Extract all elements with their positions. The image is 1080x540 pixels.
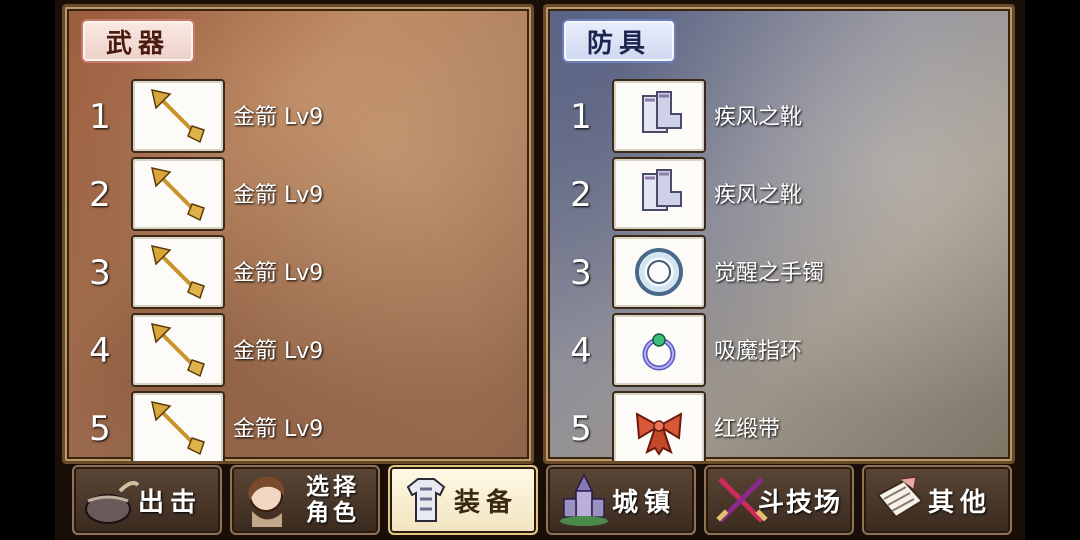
armor-row[interactable]: 3 觉醒之手镯 (546, 235, 1012, 309)
weapon-row[interactable]: 5 金箭 Lv9 (65, 391, 531, 461)
item-name: 红缎带 (714, 417, 781, 442)
select-line2: 角色 (306, 500, 360, 526)
row-index: 1 (570, 97, 592, 137)
select-character-label: 选择 角色 (306, 474, 360, 526)
item-slot[interactable] (612, 391, 706, 461)
armor-row[interactable]: 4 吸魔指环 (546, 313, 1012, 387)
armor-icon (406, 478, 446, 522)
row-index: 5 (89, 409, 111, 449)
golden-arrow-icon (151, 323, 205, 378)
item-name: 觉醒之手镯 (714, 261, 825, 286)
item-name: 金箭 Lv9 (233, 339, 324, 364)
item-name: 疾风之靴 (714, 105, 803, 130)
row-index: 3 (89, 253, 111, 293)
weapon-row[interactable]: 3 金箭 Lv9 (65, 235, 531, 309)
ring-icon (642, 333, 676, 371)
town-button[interactable]: 城镇 (546, 465, 696, 535)
sortie-label: 出击 (137, 487, 202, 518)
bracelet-icon (635, 248, 683, 296)
item-slot[interactable] (131, 235, 225, 309)
row-index: 5 (570, 409, 592, 449)
select-character-button[interactable]: 选择 角色 (230, 465, 380, 535)
pot-icon (85, 481, 140, 524)
armor-panel: 防具 1 疾风之靴 2 疾风之靴 3 觉醒之手镯 4 吸魔指环 5 红缎带 (543, 4, 1015, 464)
item-slot[interactable] (131, 79, 225, 153)
character-portrait-icon (248, 476, 285, 527)
golden-arrow-icon (151, 245, 205, 300)
other-button[interactable]: 其他 (862, 465, 1012, 535)
weapon-row[interactable]: 2 金箭 Lv9 (65, 157, 531, 231)
golden-arrow-icon (151, 401, 205, 456)
armor-panel-title: 防具 (562, 19, 676, 63)
item-name: 疾风之靴 (714, 183, 803, 208)
row-index: 4 (89, 331, 111, 371)
item-slot[interactable] (612, 79, 706, 153)
row-index: 2 (89, 175, 111, 215)
armor-row[interactable]: 1 疾风之靴 (546, 79, 1012, 153)
equipment-button[interactable]: 装备 (388, 465, 538, 535)
item-slot[interactable] (612, 313, 706, 387)
item-name: 金箭 Lv9 (233, 183, 324, 208)
item-slot[interactable] (131, 391, 225, 461)
row-index: 2 (570, 175, 592, 215)
item-name: 金箭 Lv9 (233, 261, 324, 286)
bottom-nav: 出击 选择 角色 装备 城镇 斗技场 其他 (62, 462, 1012, 536)
boots-icon (642, 169, 682, 211)
other-label: 其他 (927, 487, 992, 518)
item-slot[interactable] (612, 235, 706, 309)
item-name: 金箭 Lv9 (233, 417, 324, 442)
sortie-button[interactable]: 出击 (72, 465, 222, 535)
weapon-row[interactable]: 4 金箭 Lv9 (65, 313, 531, 387)
golden-arrow-icon (151, 89, 205, 144)
golden-arrow-icon (151, 167, 205, 222)
item-name: 金箭 Lv9 (233, 105, 324, 130)
row-index: 3 (570, 253, 592, 293)
arena-button[interactable]: 斗技场 (704, 465, 854, 535)
town-label: 城镇 (611, 487, 676, 518)
row-index: 4 (570, 331, 592, 371)
select-line1: 选择 (306, 474, 360, 500)
scroll-icon (876, 476, 924, 519)
item-name: 吸魔指环 (714, 339, 803, 364)
item-slot[interactable] (131, 313, 225, 387)
equipment-label: 装备 (453, 487, 518, 518)
weapons-panel: 武器 1 金箭 Lv9 2 金箭 Lv9 3 金箭 Lv9 4 金箭 Lv9 5… (62, 4, 534, 464)
item-slot[interactable] (131, 157, 225, 231)
weapon-row[interactable]: 1 金箭 Lv9 (65, 79, 531, 153)
castle-icon (560, 473, 608, 526)
boots-icon (642, 91, 682, 133)
armor-row[interactable]: 5 红缎带 (546, 391, 1012, 461)
armor-row[interactable]: 2 疾风之靴 (546, 157, 1012, 231)
item-slot[interactable] (612, 157, 706, 231)
crossed-swords-icon (716, 477, 768, 523)
row-index: 1 (89, 97, 111, 137)
weapons-panel-title: 武器 (81, 19, 195, 63)
ribbon-icon (635, 412, 683, 456)
